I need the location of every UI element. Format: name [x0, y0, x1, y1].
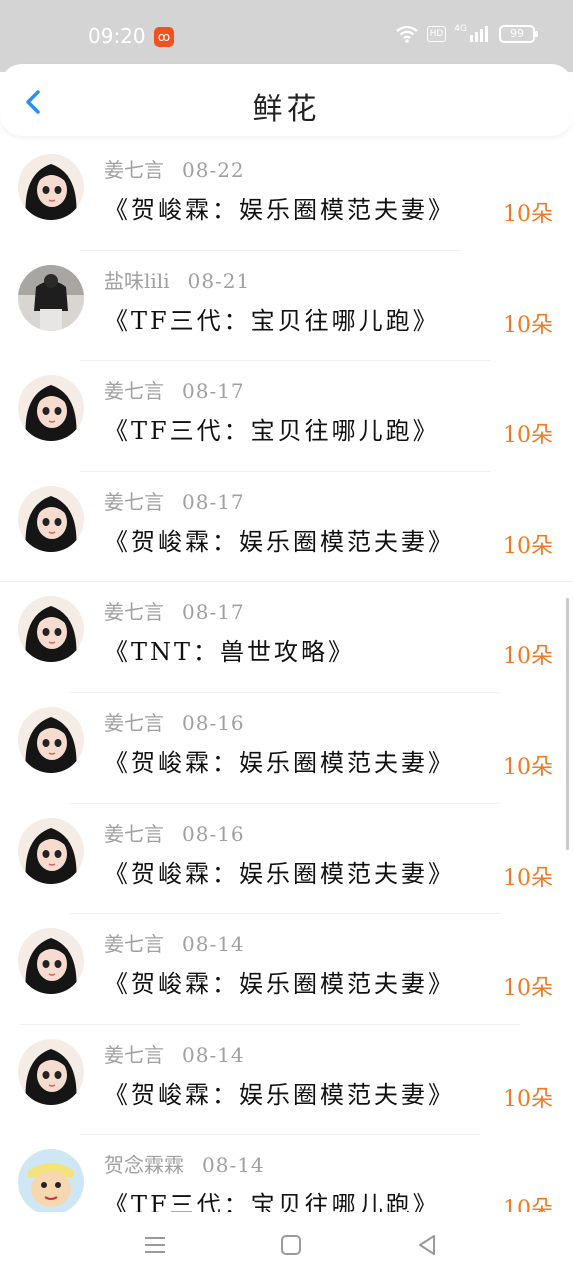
status-bar: 09:20 ꝏ HD 4G 99	[0, 0, 573, 72]
gift-date: 08-21	[187, 268, 251, 293]
menu-icon[interactable]	[140, 1230, 170, 1260]
gift-date: 08-17	[182, 600, 245, 625]
navigation-bar	[0, 1212, 573, 1280]
avatar[interactable]	[18, 1149, 84, 1212]
title-bar: 鲜花	[0, 64, 573, 136]
gift-date: 08-14	[182, 932, 245, 957]
user-name: 姜七言	[104, 932, 164, 957]
item-meta: 姜七言 08-14	[104, 1039, 245, 1068]
avatar[interactable]	[18, 264, 84, 331]
book-title[interactable]: 《TNT：兽世攻略》	[104, 632, 355, 667]
avatar[interactable]	[18, 928, 84, 995]
gift-date: 08-14	[182, 1042, 245, 1067]
hd-badge: HD	[426, 26, 447, 42]
user-name: 姜七言	[104, 600, 164, 625]
gift-date: 08-17	[182, 379, 245, 404]
user-name: 姜七言	[104, 710, 164, 735]
list-item[interactable]: 姜七言 08-16 《贺峻霖：娱乐圈模范夫妻》 10朵	[0, 693, 573, 804]
flower-count: 10朵	[503, 754, 553, 780]
avatar[interactable]	[18, 1038, 84, 1105]
item-meta: 姜七言 08-22	[104, 154, 245, 183]
gift-date: 08-22	[182, 158, 245, 182]
gift-date: 08-16	[182, 710, 245, 735]
flower-count: 10朵	[503, 312, 553, 338]
list-item[interactable]: 姜七言 08-16 《贺峻霖：娱乐圈模范夫妻》 10朵	[0, 804, 573, 915]
back-triangle-icon[interactable]	[412, 1230, 442, 1260]
gift-date: 08-14	[202, 1153, 265, 1178]
list-item[interactable]: 姜七言 08-14 《贺峻霖：娱乐圈模范夫妻》 10朵	[0, 1025, 573, 1136]
item-meta: 姜七言 08-16	[104, 707, 245, 736]
wifi-icon	[395, 25, 418, 43]
signal-icon	[470, 26, 488, 42]
network-label: 4G	[454, 24, 467, 34]
book-title[interactable]: 《贺峻霖：娱乐圈模范夫妻》	[104, 964, 455, 999]
book-title[interactable]: 《TF三代：宝贝往哪儿跑》	[104, 411, 440, 446]
user-name: 贺念霖霖	[104, 1153, 184, 1178]
book-title[interactable]: 《贺峻霖：娱乐圈模范夫妻》	[104, 190, 455, 225]
flower-count: 10朵	[503, 1197, 553, 1212]
list-item[interactable]: 姜七言 08-17 《贺峻霖：娱乐圈模范夫妻》 10朵	[0, 472, 573, 583]
list-item[interactable]: 姜七言 08-14 《贺峻霖：娱乐圈模范夫妻》 10朵	[0, 914, 573, 1025]
avatar[interactable]	[18, 485, 84, 552]
list-item[interactable]: 姜七言 08-17 《TF三代：宝贝往哪儿跑》 10朵	[0, 361, 573, 472]
avatar[interactable]	[18, 596, 84, 663]
book-title[interactable]: 《贺峻霖：娱乐圈模范夫妻》	[104, 522, 455, 557]
gift-date: 08-16	[182, 821, 245, 846]
status-icons: HD 4G 99	[395, 24, 538, 44]
user-name: 姜七言	[104, 821, 164, 846]
book-title[interactable]: 《贺峻霖：娱乐圈模范夫妻》	[104, 854, 455, 889]
item-meta: 姜七言 08-14	[104, 928, 245, 957]
item-meta: 姜七言 08-17	[104, 596, 245, 625]
flower-count: 10朵	[503, 976, 553, 1002]
list-item[interactable]: 姜七言 08-17 《TNT：兽世攻略》 10朵	[0, 582, 573, 693]
avatar[interactable]	[18, 817, 84, 884]
status-time: 09:20	[88, 24, 146, 48]
user-name: 姜七言	[104, 379, 164, 404]
user-name: 姜七言	[104, 1042, 164, 1067]
list-item[interactable]: 盐味lili 08-21 《TF三代：宝贝往哪儿跑》 10朵	[0, 251, 573, 362]
avatar[interactable]	[18, 154, 84, 220]
item-meta: 姜七言 08-16	[104, 818, 245, 847]
avatar[interactable]	[18, 375, 84, 442]
battery-icon: 99	[499, 25, 538, 43]
user-name: 姜七言	[104, 489, 164, 514]
book-title[interactable]: 《贺峻霖：娱乐圈模范夫妻》	[104, 1075, 455, 1110]
item-meta: 盐味lili 08-21	[104, 265, 250, 294]
flower-count: 10朵	[503, 1086, 553, 1112]
item-meta: 姜七言 08-17	[104, 486, 245, 515]
book-title[interactable]: 《TF三代：宝贝往哪儿跑》	[104, 1185, 440, 1212]
list-item[interactable]: 贺念霖霖 08-14 《TF三代：宝贝往哪儿跑》 10朵	[0, 1135, 573, 1212]
scrollbar[interactable]	[566, 598, 569, 850]
flower-count: 10朵	[503, 423, 553, 449]
flower-count: 10朵	[503, 865, 553, 891]
item-meta: 姜七言 08-17	[104, 375, 245, 404]
gift-date: 08-17	[182, 489, 245, 514]
item-meta: 贺念霖霖 08-14	[104, 1149, 265, 1178]
flower-count: 10朵	[503, 644, 553, 670]
flower-count: 10朵	[503, 202, 553, 227]
book-title[interactable]: 《TF三代：宝贝往哪儿跑》	[104, 301, 440, 336]
flower-list[interactable]: 姜七言 08-22 《贺峻霖：娱乐圈模范夫妻》 10朵 盐味lili 08-21 《TF三代…	[0, 140, 573, 1212]
list-item[interactable]: 姜七言 08-22 《贺峻霖：娱乐圈模范夫妻》 10朵	[0, 140, 573, 251]
page-title: 鲜花	[252, 92, 321, 127]
flower-count: 10朵	[503, 533, 553, 559]
home-square-icon[interactable]	[276, 1230, 306, 1260]
user-name: 盐味lili	[104, 268, 170, 293]
user-name: 姜七言	[104, 158, 164, 182]
app-notification-icon: ꝏ	[154, 27, 174, 47]
avatar[interactable]	[18, 706, 84, 773]
book-title[interactable]: 《贺峻霖：娱乐圈模范夫妻》	[104, 743, 455, 778]
